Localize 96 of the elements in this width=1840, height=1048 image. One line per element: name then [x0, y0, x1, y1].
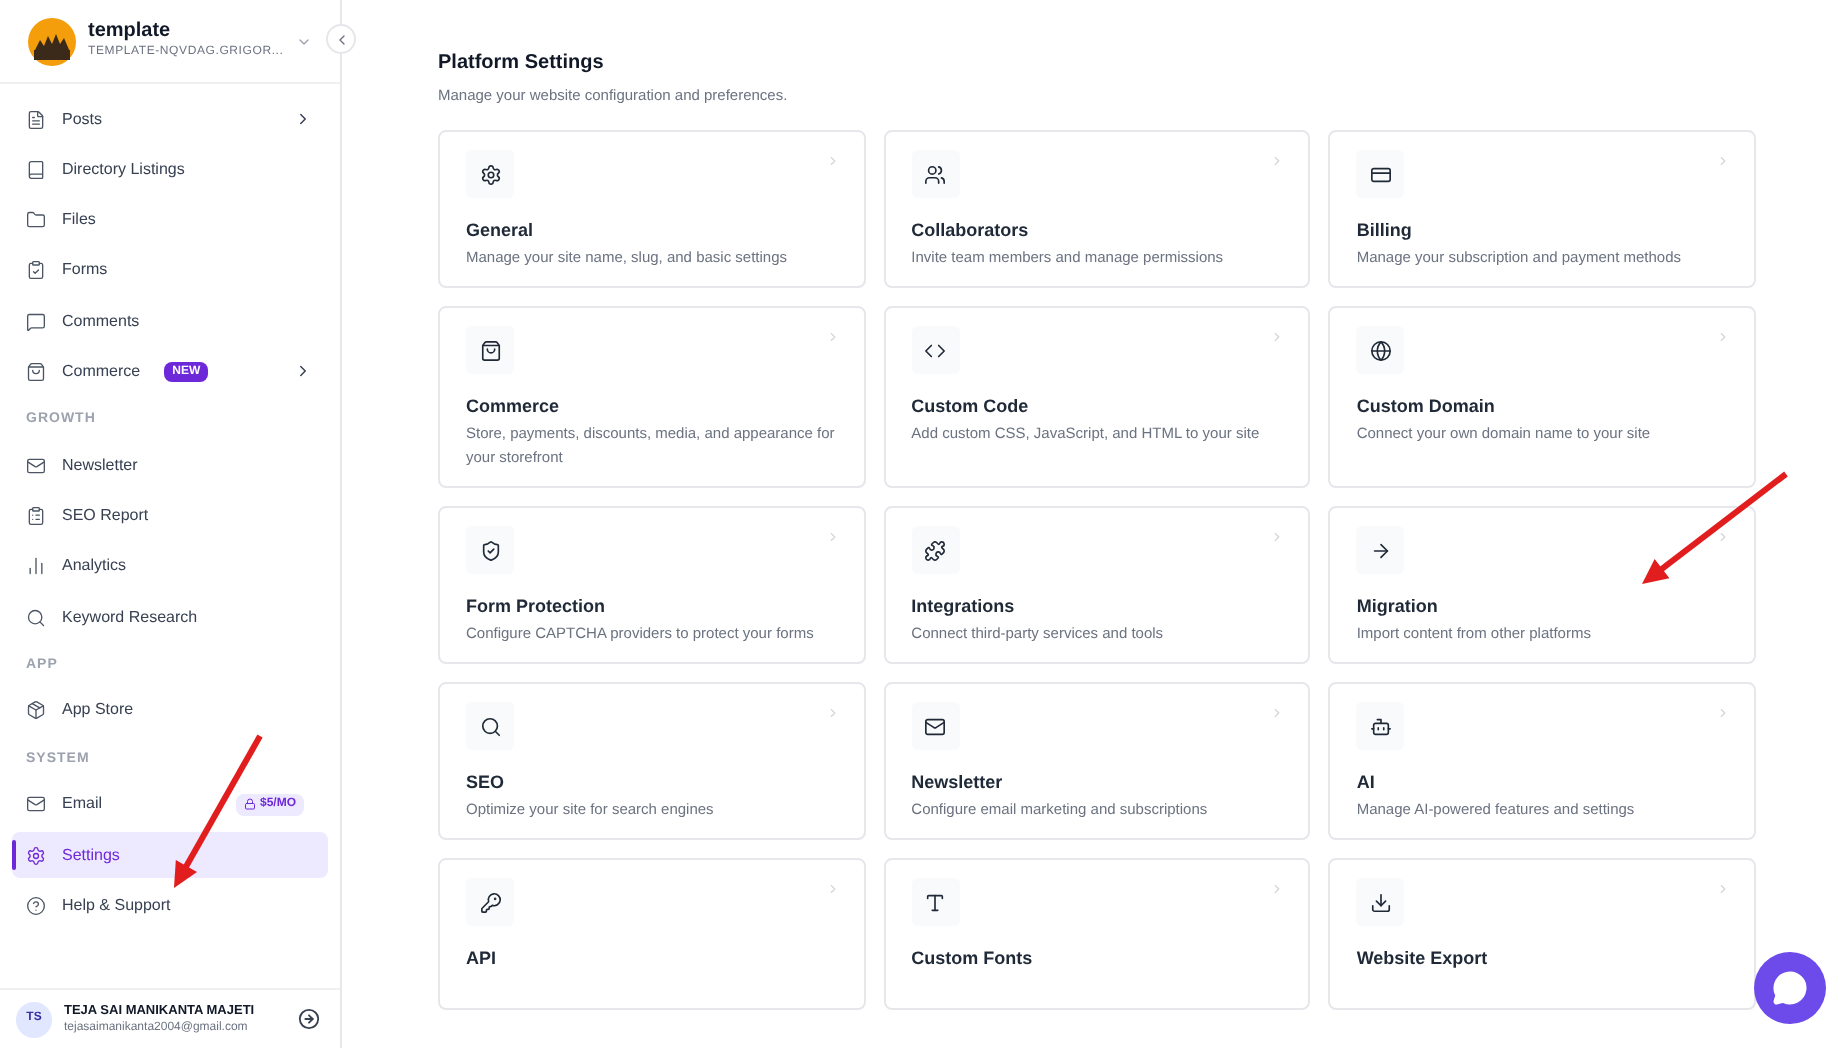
nav-item[interactable]: Forms	[12, 247, 328, 294]
nav-label: Posts	[62, 107, 103, 131]
settings-card[interactable]: Website Export	[1328, 858, 1756, 1011]
card-icon	[1369, 163, 1392, 186]
chevron-right-icon	[1270, 882, 1285, 897]
help-icon	[26, 895, 46, 916]
logout-icon[interactable]	[298, 1008, 320, 1030]
users-icon	[924, 163, 947, 186]
chevron-right-icon	[825, 706, 840, 721]
shield-icon	[479, 539, 501, 562]
clipboard-icon	[26, 260, 46, 281]
card-title: Migration	[1356, 594, 1440, 619]
chevron-right-icon	[1716, 882, 1730, 897]
card-title: AI	[1356, 770, 1377, 795]
bag-icon	[26, 361, 46, 382]
chevron-right-icon	[825, 154, 840, 169]
nav-label: Forms	[62, 258, 108, 283]
settings-card[interactable]: Custom Fonts	[883, 858, 1311, 1011]
nav-item[interactable]: Files	[12, 197, 328, 244]
lock-icon	[243, 798, 256, 811]
settings-icon	[26, 845, 46, 866]
nav-item[interactable]: SEO Report	[12, 493, 328, 540]
card-title: General	[466, 218, 536, 243]
card-title: API	[466, 946, 499, 971]
chevron-right-icon	[1270, 154, 1285, 169]
chat-button[interactable]	[1754, 952, 1826, 1024]
chevron-right-icon	[1716, 706, 1730, 721]
nav-label: Newsletter	[62, 453, 138, 478]
chat-icon	[26, 311, 46, 332]
code-icon	[924, 339, 947, 362]
nav-item[interactable]: Newsletter	[12, 442, 328, 489]
search-icon	[479, 715, 501, 738]
active-indicator	[12, 840, 16, 871]
card-title: Website Export	[1356, 946, 1490, 971]
card-title: Newsletter	[911, 770, 1005, 795]
logo-icon	[28, 17, 76, 65]
chevron-right-icon	[1270, 706, 1285, 721]
chevron-right-icon	[1270, 330, 1285, 345]
chevron-right-icon	[1716, 330, 1730, 345]
chevron-right-icon	[1716, 154, 1730, 169]
card-title: Custom Code	[911, 394, 1031, 419]
nav-label: Comments	[62, 309, 140, 334]
card-title: Integrations	[911, 594, 1017, 619]
nav-item[interactable]: Comments	[12, 298, 328, 345]
nav-label: Files	[62, 208, 96, 233]
card-title: Collaborators	[911, 218, 1031, 243]
settings-icon	[479, 163, 501, 186]
mail-icon	[26, 455, 46, 476]
chevron-right-icon	[1270, 530, 1285, 545]
card-title: Billing	[1356, 218, 1414, 243]
arrow-right-icon	[1369, 539, 1392, 562]
site-name: template	[88, 20, 173, 44]
nav-item[interactable]: App Store	[12, 687, 328, 734]
nav-label: Directory Listings	[62, 157, 185, 182]
nav-label: SEO Report	[62, 504, 149, 529]
document-icon	[26, 109, 46, 129]
nav-label: Keyword Research	[62, 605, 198, 630]
nav-item[interactable]: Settings	[12, 832, 328, 879]
nav-item[interactable]: Analytics	[12, 543, 328, 590]
chevron-right-icon	[1716, 530, 1730, 545]
nav-label: Analytics	[62, 554, 127, 579]
chevron-right-icon	[825, 530, 840, 545]
download-icon	[1369, 891, 1392, 914]
nav-label: Settings	[62, 843, 120, 868]
chevron-right-icon	[825, 330, 840, 345]
chat-icon	[1772, 970, 1808, 1006]
mail-icon	[924, 715, 947, 738]
nav-label: Help & Support	[62, 893, 171, 918]
puzzle-icon	[924, 539, 947, 562]
card-title: Form Protection	[466, 594, 608, 619]
settings-card[interactable]: API	[438, 858, 866, 1011]
globe-icon	[1369, 339, 1392, 362]
nav-item[interactable]: Directory Listings	[12, 146, 328, 193]
text-icon	[924, 891, 947, 914]
box-icon	[26, 700, 46, 721]
nav-label: App Store	[62, 698, 134, 723]
nav-item[interactable]: Help & Support	[12, 882, 328, 929]
card-title: Custom Fonts	[911, 946, 1035, 971]
nav-item[interactable]: Posts	[12, 96, 328, 142]
page-title: Platform Settings	[438, 50, 606, 78]
clipboard-icon	[26, 506, 46, 527]
robot-icon	[1369, 715, 1392, 738]
nav-item[interactable]: Keyword Research	[12, 594, 328, 641]
nav-label: Email	[62, 792, 103, 817]
card-title: SEO	[466, 770, 507, 795]
mail-icon	[26, 794, 46, 815]
book-icon	[26, 159, 46, 180]
card-title: Custom Domain	[1356, 394, 1497, 419]
key-icon	[479, 891, 501, 914]
chevron-right-icon	[825, 882, 840, 897]
card-title: Commerce	[466, 394, 562, 419]
search-icon	[26, 607, 46, 628]
bag-icon	[479, 339, 501, 362]
bar-chart-icon	[26, 556, 46, 577]
folder-icon	[26, 210, 46, 231]
nav-label: Commerce	[62, 359, 141, 384]
